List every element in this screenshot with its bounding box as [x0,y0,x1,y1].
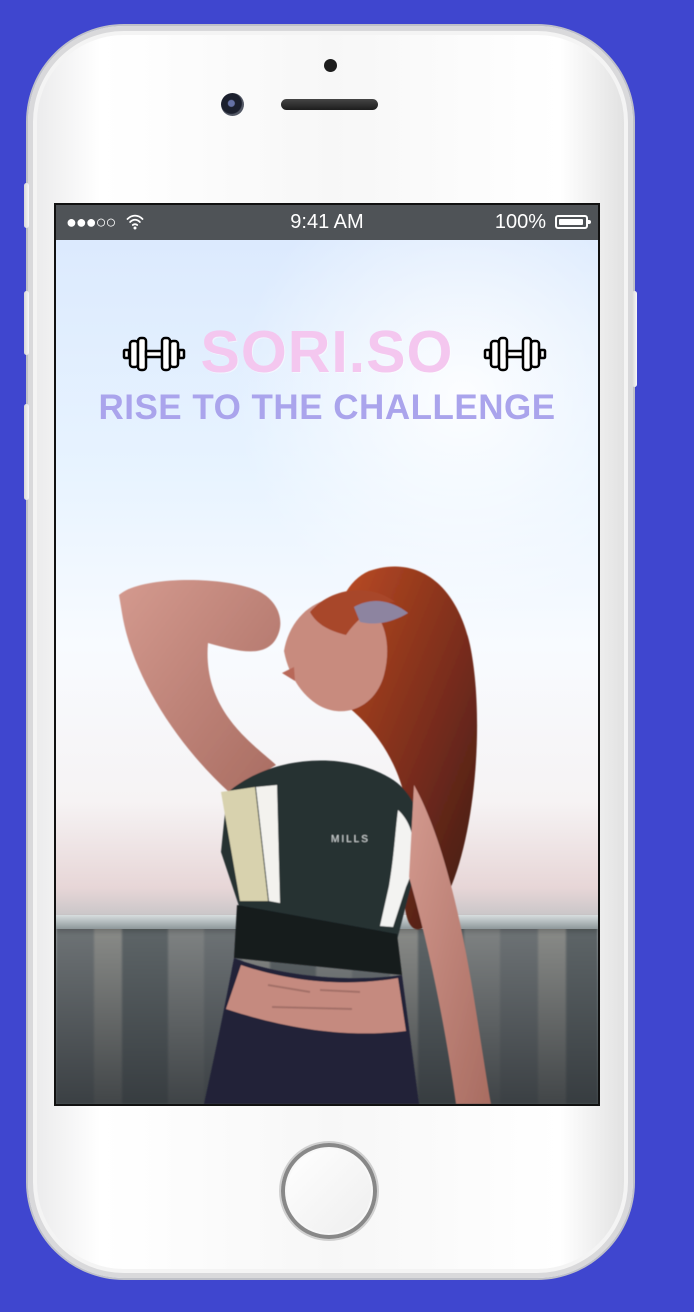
fitness-woman-photo: MILLS [119,566,491,1104]
front-camera-icon [221,93,244,116]
phone-frame: ●●●○○ 9:41 AM 100% SORI.SO RISE TO THE C… [24,26,637,1278]
battery-percentage: 100% [494,211,546,233]
status-bar: ●●●○○ 9:41 AM 100% [56,205,598,240]
earpiece-speaker [281,99,378,110]
silent-switch [24,183,29,228]
phone-screen: ●●●○○ 9:41 AM 100% SORI.SO RISE TO THE C… [54,203,600,1106]
dumbbell-icon [483,336,547,372]
hero-image: SORI.SO RISE TO THE CHALLENGE MILLS [56,240,598,1104]
volume-up-button [24,291,29,355]
battery-icon [555,215,591,229]
volume-down-button [24,404,29,500]
shirt-text: MILLS [331,834,370,845]
power-button [632,291,637,387]
proximity-sensor [324,59,337,72]
home-button[interactable] [281,1143,377,1239]
hero-title-group: SORI.SO RISE TO THE CHALLENGE [56,318,598,428]
tagline: RISE TO THE CHALLENGE [98,388,556,427]
